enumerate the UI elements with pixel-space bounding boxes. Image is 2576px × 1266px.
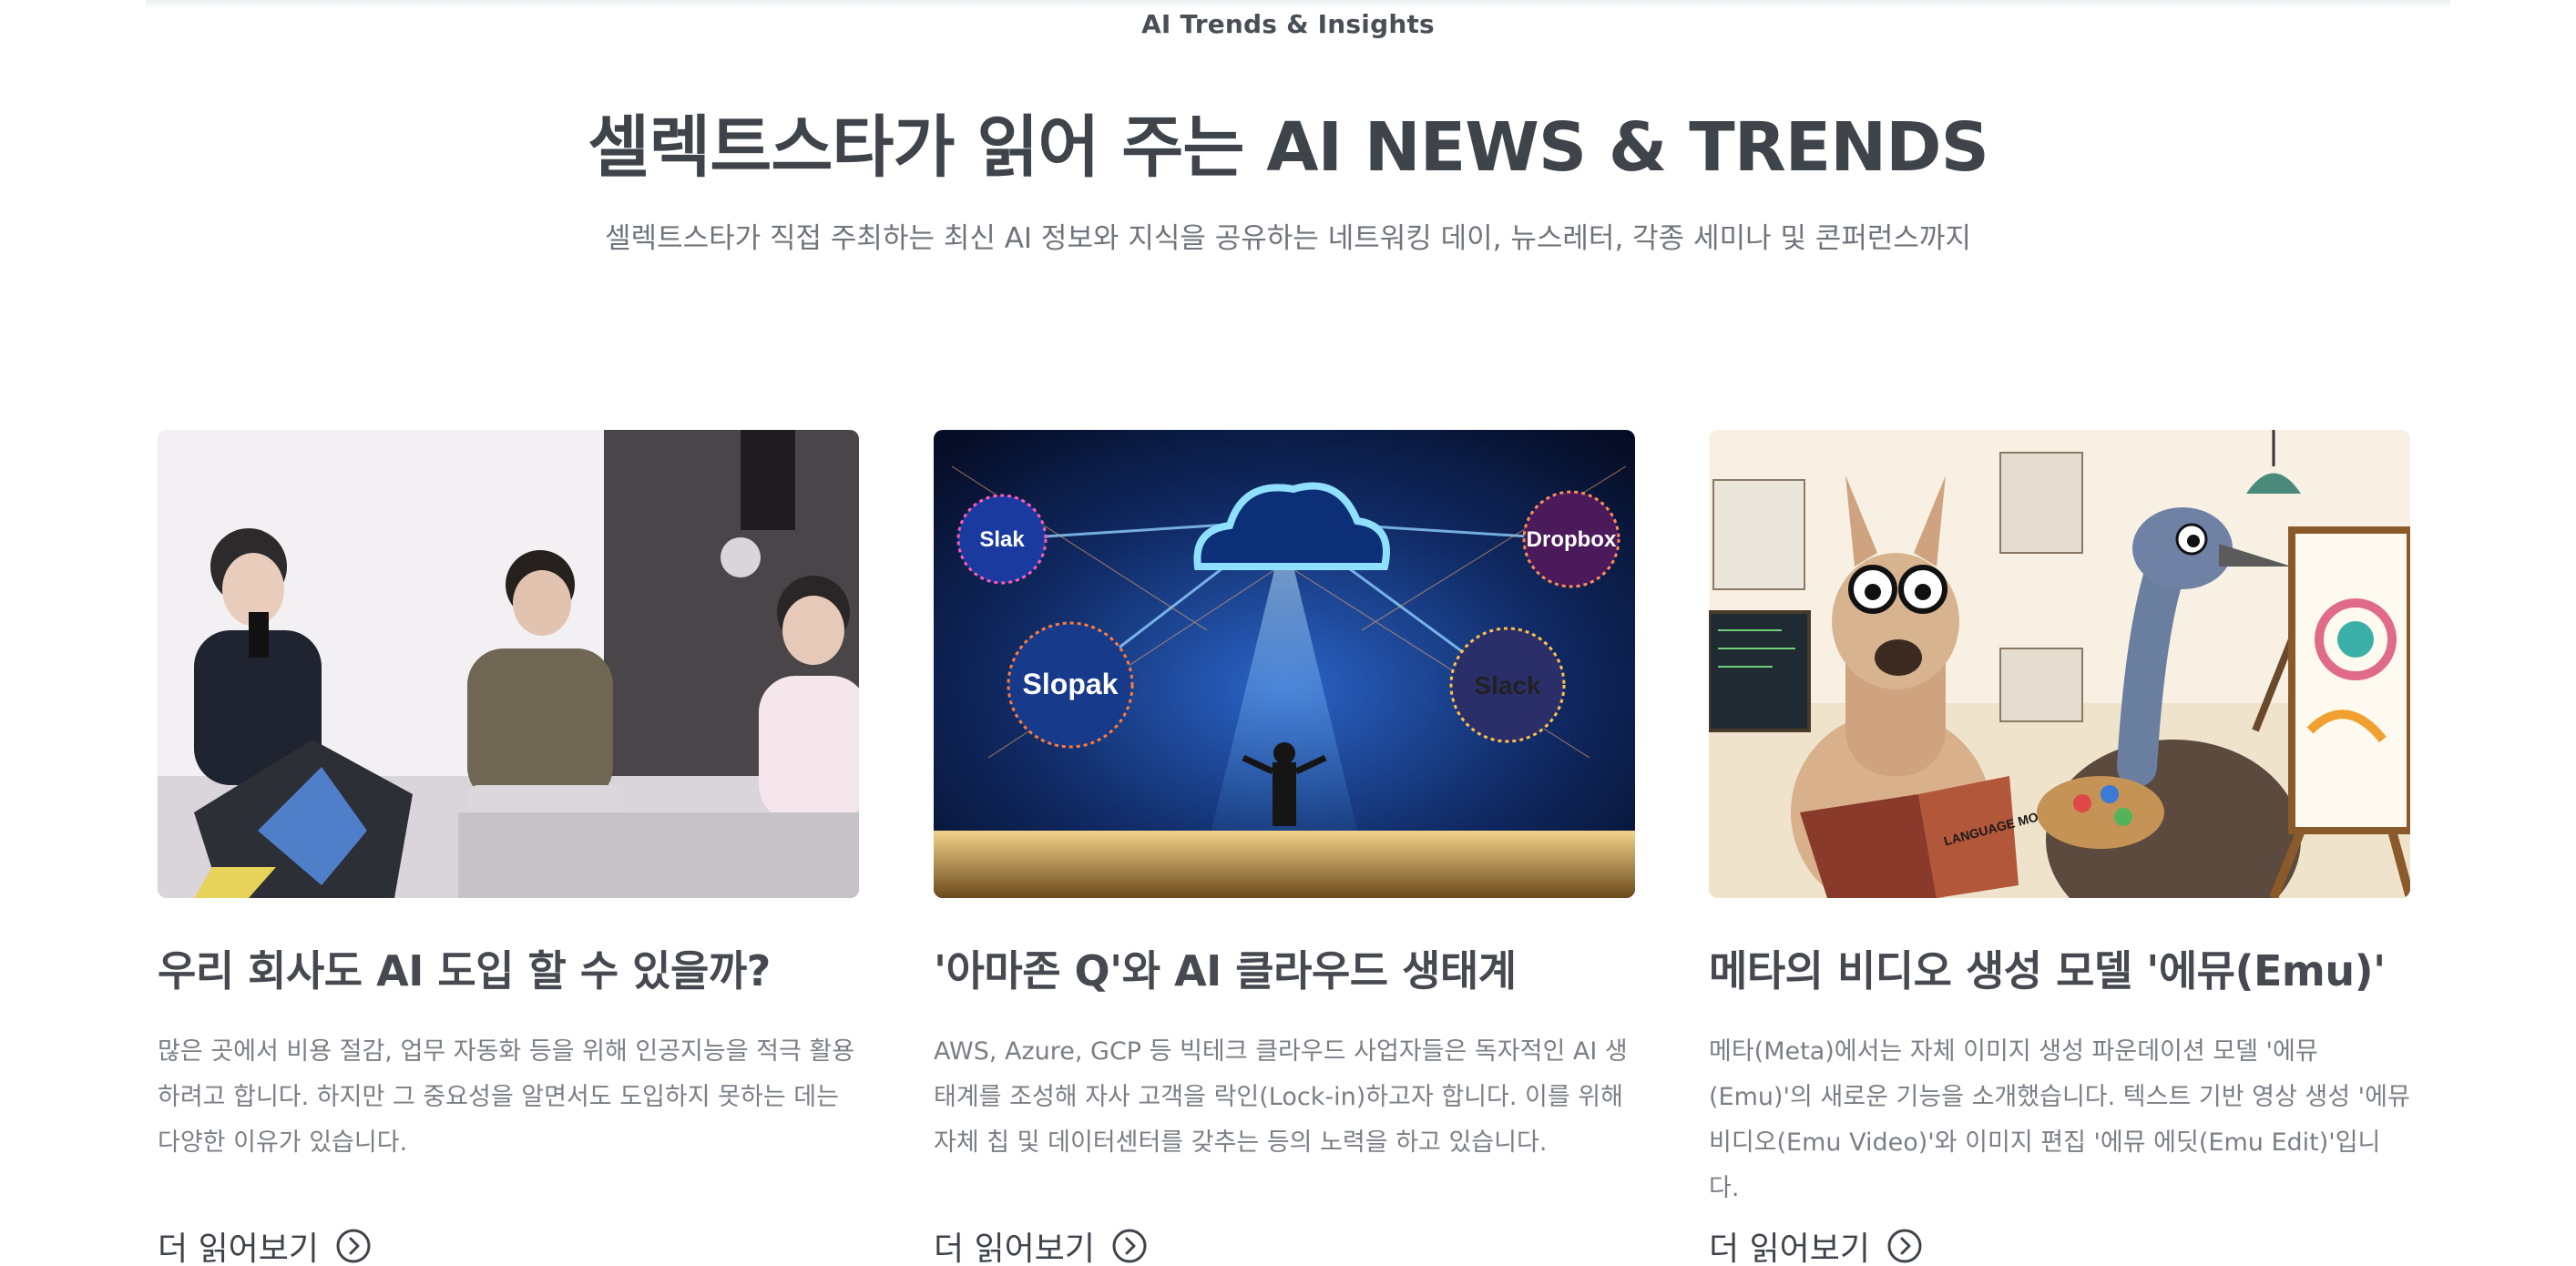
card-description: 많은 곳에서 비용 절감, 업무 자동화 등을 위해 인공지능을 적극 활용하려… [158,1037,855,1157]
section-eyebrow: AI Trends & Insights [1141,9,1435,39]
section-subtitle: 셀렉트스타가 직접 주최하는 최신 AI 정보와 지식을 공유하는 네트워킹 데… [605,222,1971,255]
read-more-label: 더 읽어보기 [934,1230,1096,1266]
read-more-link[interactable]: 더 읽어보기 [934,1222,1635,1266]
chevron-right-circle-icon [336,1229,371,1263]
chevron-right-circle-icon [1887,1229,1922,1263]
read-more-link[interactable]: 더 읽어보기 [1709,1222,2410,1266]
image-label-slopak: Slopak [1023,668,1119,700]
section-title: 셀렉트스타가 읽어 주는 AI NEWS & TRENDS [588,108,1989,187]
card-description: AWS, Azure, GCP 등 빅테크 클라우드 사업자들은 독자적인 AI… [934,1037,1628,1157]
card-description: 메타(Meta)에서는 자체 이미지 생성 파운데이션 모델 '에뮤(Emu)'… [1709,1037,2410,1202]
read-more-link[interactable]: 더 읽어보기 [158,1222,859,1266]
news-card-meta-emu[interactable]: LANGUAGE MODELS 메타의 비디오 생성 모델 '에뮤(Emu)' … [1709,430,2410,1266]
image-label-dropbox: Dropbox [1527,527,1617,552]
header-shadow [146,0,2450,9]
image-label-slack: Slack [1474,671,1541,699]
card-title[interactable]: '아마존 Q'와 AI 클라우드 생태계 [934,938,1635,998]
ai-cloud-ecosystem-image[interactable]: Slak Dropbox Slopak Slack [934,430,1635,898]
read-more-label: 더 읽어보기 [158,1230,320,1266]
image-label-slak: Slak [979,527,1025,552]
card-title[interactable]: 메타의 비디오 생성 모델 '에뮤(Emu)' [1709,938,2410,998]
llama-emu-illustration-image[interactable]: LANGUAGE MODELS [1709,430,2410,898]
card-title[interactable]: 우리 회사도 AI 도입 할 수 있을까? [158,938,859,998]
news-card-amazon-q[interactable]: Slak Dropbox Slopak Slack '아마존 Q'와 AI 클라… [934,430,1635,1266]
chevron-right-circle-icon [1112,1229,1147,1263]
news-card-ai-adoption[interactable]: 우리 회사도 AI 도입 할 수 있을까? 많은 곳에서 비용 절감, 업무 자… [158,430,859,1266]
seminar-panel-image[interactable] [158,430,859,898]
read-more-label: 더 읽어보기 [1709,1230,1871,1266]
